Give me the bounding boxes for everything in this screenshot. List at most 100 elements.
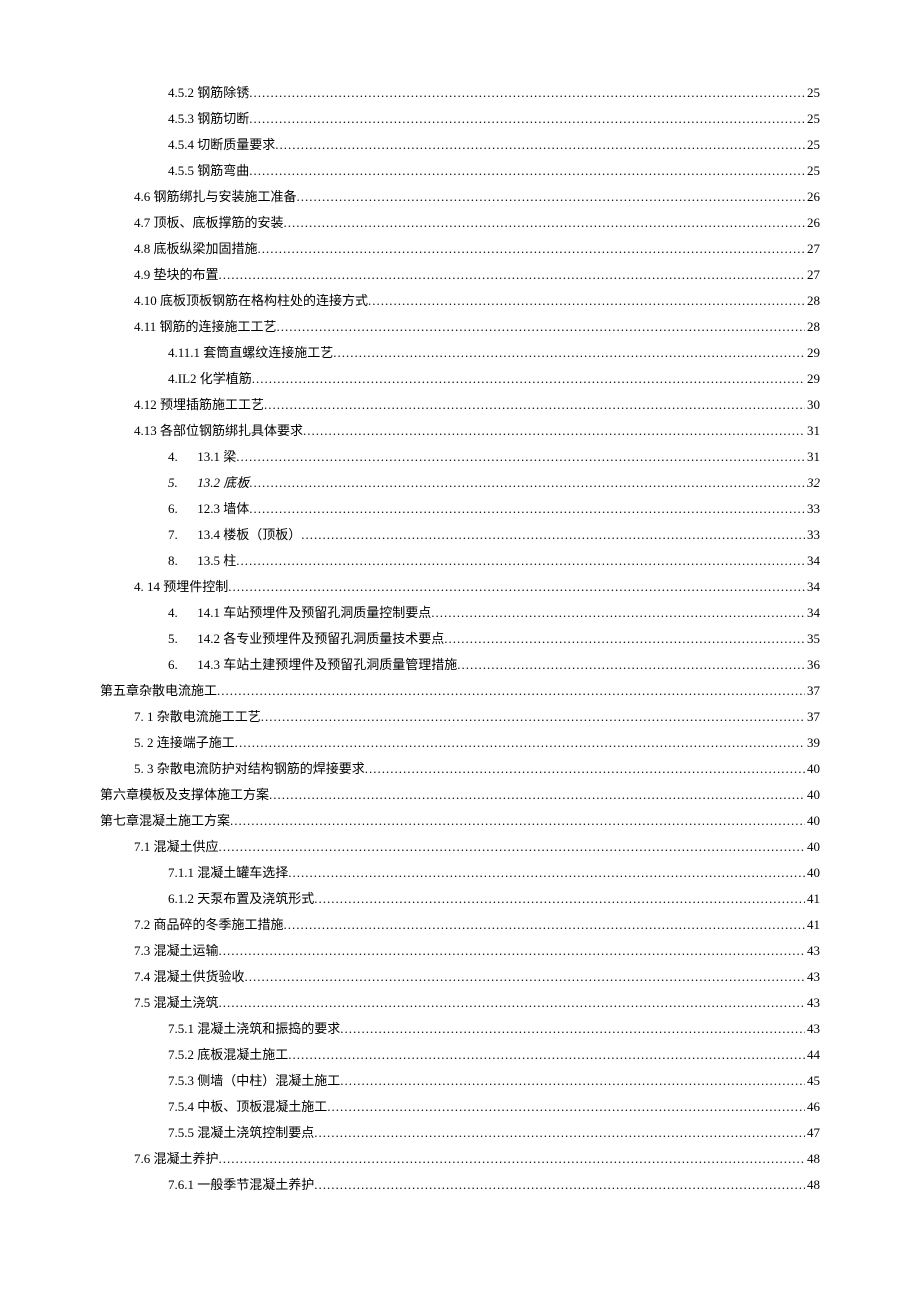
toc-label-text: 13.5 柱: [194, 553, 236, 568]
toc-leader-dots: [235, 730, 805, 756]
toc-page-number: 40: [805, 860, 820, 886]
toc-label: 4.8 底板纵梁加固措施: [134, 236, 258, 262]
toc-leader-dots: [217, 678, 805, 704]
toc-entry: 7.3 混凝土运输 43: [100, 938, 820, 964]
toc-entry: 第七章混凝土施工方案 40: [100, 808, 820, 834]
toc-label: 4.IL2 化学植筋: [168, 366, 252, 392]
toc-label: 5. 13.2 底板: [168, 470, 249, 496]
toc-page-number: 36: [805, 652, 820, 678]
toc-label: 7.5.1 混凝土浇筑和振捣的要求: [168, 1016, 340, 1042]
toc-page-number: 41: [805, 912, 820, 938]
toc-page-number: 34: [805, 600, 820, 626]
toc-page-number: 40: [805, 756, 820, 782]
toc-label: 7.5.4 中板、顶板混凝土施工: [168, 1094, 327, 1120]
toc-entry: 4.7 顶板、底板撑筋的安装 26: [100, 210, 820, 236]
toc-entry: 7.5 混凝土浇筑 43: [100, 990, 820, 1016]
toc-leader-dots: [340, 1068, 805, 1094]
toc-label: 7. 1 杂散电流施工工艺: [134, 704, 261, 730]
toc-leader-dots: [249, 496, 805, 522]
toc-label: 8. 13.5 柱: [168, 548, 236, 574]
toc-label: 4.11.1 套筒直螺纹连接施工艺: [168, 340, 333, 366]
toc-entry: 4.10 底板顶板钢筋在格构柱处的连接方式 28: [100, 288, 820, 314]
toc-entry: 7.5.3 侧墙（中柱）混凝土施工 45: [100, 1068, 820, 1094]
toc-page-number: 43: [805, 964, 820, 990]
toc-entry: 4.11.1 套筒直螺纹连接施工艺 29: [100, 340, 820, 366]
toc-leader-dots: [219, 834, 805, 860]
toc-page-number: 48: [805, 1146, 820, 1172]
toc-page-number: 33: [805, 496, 820, 522]
toc-label-text: 13.2 底板: [194, 475, 249, 490]
toc-entry: 7.6.1 一般季节混凝土养护 48: [100, 1172, 820, 1198]
toc-leader-dots: [269, 782, 805, 808]
toc-page-number: 41: [805, 886, 820, 912]
toc-page-number: 43: [805, 938, 820, 964]
toc-label: 4.9 垫块的布置: [134, 262, 219, 288]
toc-leader-dots: [284, 912, 805, 938]
toc-label-text: 2 连接端子施工: [144, 735, 235, 750]
toc-leader-dots: [314, 886, 805, 912]
toc-page-number: 31: [805, 418, 820, 444]
toc-page-number: 27: [805, 236, 820, 262]
toc-list-number: 4.: [168, 600, 194, 626]
toc-entry: 4.IL2 化学植筋 29: [100, 366, 820, 392]
toc-page-number: 29: [805, 340, 820, 366]
toc-leader-dots: [314, 1172, 805, 1198]
toc-label: 6. 12.3 墙体: [168, 496, 249, 522]
toc-label: 7.5 混凝土浇筑: [134, 990, 219, 1016]
toc-leader-dots: [314, 1120, 805, 1146]
toc-label: 6.1.2 天泵布置及浇筑形式: [168, 886, 314, 912]
toc-label: 5. 3 杂散电流防护对结构钢筋的焊接要求: [134, 756, 365, 782]
toc-label: 5. 14.2 各专业预埋件及预留孔洞质量技术要点: [168, 626, 444, 652]
toc-label: 4.5.2 钢筋除锈: [168, 80, 249, 106]
toc-page-number: 40: [805, 834, 820, 860]
toc-entry: 5. 3 杂散电流防护对结构钢筋的焊接要求 40: [100, 756, 820, 782]
toc-entry: 7.1.1 混凝土罐车选择 40: [100, 860, 820, 886]
toc-entry: 7.5.2 底板混凝土施工 44: [100, 1042, 820, 1068]
toc-entry: 7.4 混凝土供货验收 43: [100, 964, 820, 990]
toc-leader-dots: [368, 288, 805, 314]
toc-entry: 7.1 混凝土供应 40: [100, 834, 820, 860]
toc-leader-dots: [303, 418, 805, 444]
toc-label: 6. 14.3 车站土建预埋件及预留孔洞质量管理措施: [168, 652, 457, 678]
toc-leader-dots: [219, 1146, 805, 1172]
toc-list-number: 7.: [168, 522, 194, 548]
toc-page-number: 40: [805, 782, 820, 808]
toc-page-number: 43: [805, 1016, 820, 1042]
toc-list-number: 5.: [168, 470, 194, 496]
toc-page-number: 44: [805, 1042, 820, 1068]
toc-leader-dots: [297, 184, 805, 210]
toc-label: 7.2 商品碎的冬季施工措施: [134, 912, 284, 938]
toc-page-number: 34: [805, 548, 820, 574]
toc-entry: 4.8 底板纵梁加固措施 27: [100, 236, 820, 262]
toc-leader-dots: [249, 470, 805, 496]
toc-leader-dots: [230, 808, 805, 834]
toc-label: 4. 14.1 车站预埋件及预留孔洞质量控制要点: [168, 600, 431, 626]
toc-leader-dots: [277, 314, 805, 340]
toc-page-number: 25: [805, 106, 820, 132]
toc-leader-dots: [219, 938, 805, 964]
toc-leader-dots: [245, 964, 805, 990]
toc-label: 第六章模板及支撑体施工方案: [100, 782, 269, 808]
toc-page-number: 29: [805, 366, 820, 392]
toc-list-number: 5.: [134, 735, 144, 750]
toc-list-number: 6.: [168, 496, 194, 522]
toc-label: 4.5.5 钢筋弯曲: [168, 158, 249, 184]
toc-label-text: 3 杂散电流防护对结构钢筋的焊接要求: [144, 761, 365, 776]
toc-entry: 4. 14.1 车站预埋件及预留孔洞质量控制要点 34: [100, 600, 820, 626]
toc-label: 7.6 混凝土养护: [134, 1146, 219, 1172]
toc-page-number: 43: [805, 990, 820, 1016]
toc-page-number: 33: [805, 522, 820, 548]
toc-label: 4. 13.1 梁: [168, 444, 236, 470]
toc-label: 第五章杂散电流施工: [100, 678, 217, 704]
toc-entry: 4.13 各部位钢筋绑扎具体要求 31: [100, 418, 820, 444]
toc-list-number: 5.: [168, 626, 194, 652]
toc-page-number: 30: [805, 392, 820, 418]
toc-label: 7. 13.4 楼板（顶板）: [168, 522, 301, 548]
toc-entry: 4.5.4 切断质量要求 25: [100, 132, 820, 158]
toc-label: 7.1.1 混凝土罐车选择: [168, 860, 288, 886]
toc-page-number: 47: [805, 1120, 820, 1146]
toc-leader-dots: [288, 1042, 805, 1068]
toc-leader-dots: [249, 80, 805, 106]
toc-leader-dots: [219, 262, 805, 288]
toc-label: 7.3 混凝土运输: [134, 938, 219, 964]
